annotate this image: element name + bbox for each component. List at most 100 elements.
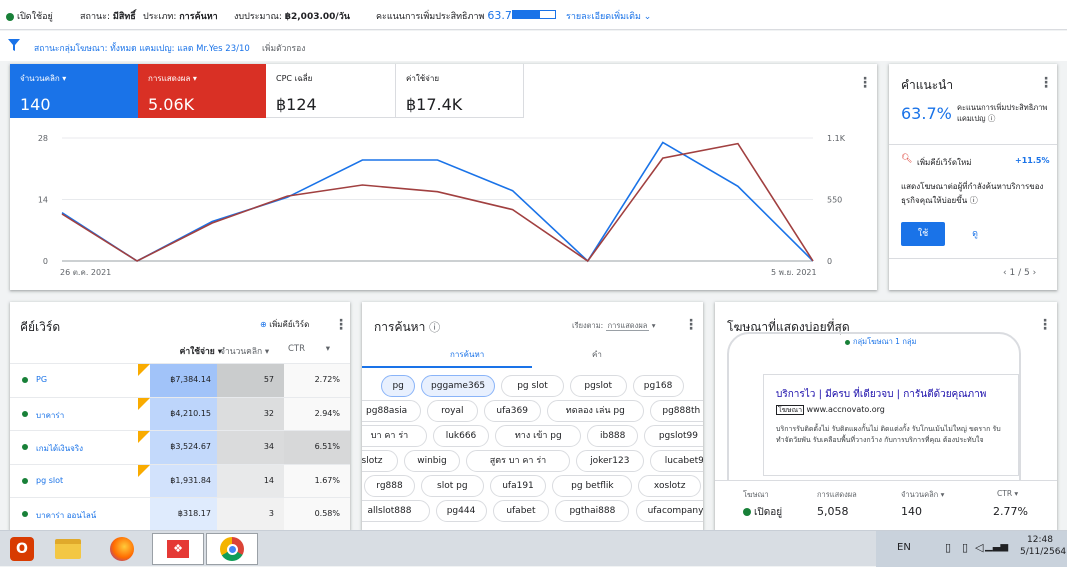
search-term-chip[interactable]: lucabet999 [650, 450, 703, 472]
help-icon[interactable]: ⓘ [988, 114, 996, 123]
tab-searches[interactable]: การค้นหา [450, 348, 484, 361]
metric-tile-clicks[interactable]: จำนวนคลิก ▾ 140 [10, 64, 138, 118]
search-term-chip[interactable]: pg88asia [362, 400, 421, 422]
ad-headline[interactable]: บริการไว | มีครบ ที่เดียวจบ | การันตีด้ว… [776, 387, 1006, 402]
search-term-chip[interactable]: royal [426, 400, 478, 422]
recommendations-card: คำแนะนำ ⋮ 63.7% คะแนนการเพิ่มประสิทธิภาพ… [889, 64, 1057, 290]
stat-label[interactable]: จำนวนคลิก ▾ [901, 489, 944, 501]
search-term-chip[interactable]: pgthai888 [555, 500, 630, 522]
search-term-chip[interactable]: luk666 [432, 425, 490, 447]
more-options-icon[interactable]: ⋮ [1038, 318, 1052, 332]
col-header-clicks[interactable]: จำนวนคลิก ▾ [220, 344, 294, 358]
search-term-chip[interactable]: pg slot [501, 375, 564, 397]
search-term-chip[interactable]: pggame365 [421, 375, 496, 397]
caret-down-icon: ▾ [192, 74, 197, 83]
searches-title-text: การค้นหา [374, 320, 426, 334]
keyword-text[interactable]: บาคาร่า ออนไลน์ [36, 509, 96, 522]
phone-link-icon[interactable]: ▯ [962, 541, 968, 554]
search-term-chip[interactable]: pg444 [435, 500, 487, 522]
search-term-chip[interactable]: ufa191 [489, 475, 547, 497]
search-term-chip[interactable]: สูตร บา คา ร่า [466, 450, 570, 472]
keyword-row[interactable]: pg slot ฿1,931.84 14 1.67% [10, 463, 350, 498]
input-language[interactable]: EN [897, 542, 911, 553]
col-header-ctr[interactable]: CTR ▾ [288, 344, 348, 354]
view-button[interactable]: ดู [957, 222, 993, 246]
flag-corner-icon [138, 431, 150, 443]
search-term-chip[interactable]: allslot888 [362, 500, 430, 522]
search-term-chip[interactable]: xoslotz [638, 475, 701, 497]
metric-tile-cost[interactable]: ค่าใช้จ่าย ฿17.4K [396, 64, 524, 118]
flag-corner-icon [138, 464, 150, 477]
clock[interactable]: 12:48 5/11/2564 [1020, 535, 1066, 557]
keyword-row[interactable]: เกมได้เงินจริง ฿3,524.67 34 6.51% [10, 430, 350, 464]
metric-value: 5.06K [148, 95, 195, 114]
keyword-text[interactable]: PG [36, 375, 47, 384]
keyword-row[interactable]: PG ฿7,384.14 57 2.72% [10, 363, 350, 397]
apply-button[interactable]: ใช้ [901, 222, 945, 246]
keyword-row[interactable]: บาคาร่า ออนไลน์ ฿318.17 3 0.58% [10, 497, 350, 530]
search-term-chip[interactable]: pgslot99 [644, 425, 703, 447]
search-term-chip[interactable]: pg betflik [552, 475, 633, 497]
search-term-chip[interactable]: ufacompany [635, 500, 703, 522]
search-term-chip[interactable]: rg888 [364, 475, 415, 497]
clicks-cell: 34 [217, 431, 284, 464]
search-term-chip[interactable]: ib888 [587, 425, 639, 447]
search-term-chip[interactable]: ทาง เข้า pg [495, 425, 582, 447]
help-icon[interactable]: ⓘ [429, 321, 440, 334]
search-term-chip[interactable]: winbig [403, 450, 461, 472]
search-term-chip[interactable]: slot pg [421, 475, 484, 497]
active-filter[interactable]: สถานะกลุ่มโฆษณา: ทั้งหมด แคมเปญ: แลด Mr.… [34, 41, 250, 55]
budget: งบประมาณ: ฿2,003.00/วัน [234, 9, 350, 23]
add-filter-button[interactable]: เพิ่มตัวกรอง [262, 41, 305, 55]
top-ads-card: โฆษณาที่แสดงบ่อยที่สุด ⋮ กลุ่มโฆษณา 1 กล… [715, 302, 1057, 530]
network-signal-icon[interactable]: ▁▃▅ [985, 541, 1008, 552]
office-icon[interactable]: O [0, 533, 44, 565]
keyword-text[interactable]: pg slot [36, 476, 63, 485]
x-axis-tick: 26 ต.ค. 2021 [60, 268, 111, 277]
search-term-chip[interactable]: ทดลอง เล่น pg [546, 400, 644, 422]
divider [889, 144, 1057, 145]
file-explorer-icon[interactable] [46, 533, 90, 565]
add-keyword-button[interactable]: ⊕ เพิ่มคีย์เวิร์ด [260, 318, 309, 331]
anydesk-icon[interactable]: ❖ [152, 533, 204, 565]
sort-select[interactable]: เรียงตาม: การแสดงผล ▾ [572, 320, 655, 332]
filter-icon[interactable] [8, 39, 20, 51]
campaign-status[interactable]: เปิดใช้อยู่ [6, 9, 53, 23]
metric-tile-avg-cpc[interactable]: CPC เฉลี่ย ฿124 [266, 64, 396, 118]
search-term-chip[interactable]: ufa369 [483, 400, 541, 422]
keyword-text[interactable]: บาคาร่า [36, 409, 64, 422]
more-options-icon[interactable]: ⋮ [684, 318, 698, 332]
more-options-icon[interactable]: ⋮ [334, 318, 348, 332]
search-term-chip[interactable]: pgslot [569, 375, 627, 397]
chevron-left-icon[interactable]: ‹ [1003, 268, 1007, 278]
ctr-cell: 2.72% [284, 364, 350, 397]
search-term-chip[interactable]: pg168 [632, 375, 684, 397]
sort-value: การแสดงผล [605, 321, 650, 331]
help-icon[interactable]: ⓘ [970, 196, 978, 205]
flag-corner-icon [138, 364, 150, 376]
stat-label[interactable]: CTR ▾ [997, 489, 1018, 498]
battery-icon[interactable]: ▯ [945, 541, 951, 554]
volume-icon[interactable]: ◁ [975, 541, 983, 554]
search-term-chip[interactable]: pg [381, 375, 415, 397]
more-options-icon[interactable]: ⋮ [858, 76, 872, 90]
recommendation-title[interactable]: เพิ่มคีย์เวิร์ดใหม่ [917, 156, 972, 169]
search-term-chip[interactable]: pg888th [650, 400, 703, 422]
more-options-icon[interactable]: ⋮ [1039, 76, 1053, 90]
keyword-row[interactable]: บาคาร่า ฿4,210.15 32 2.94% [10, 396, 350, 431]
col-header-cost[interactable]: ค่าใช้จ่าย ▾ [150, 344, 226, 360]
keywords-title: คีย์เวิร์ด [20, 320, 61, 334]
metric-label: ค่าใช้จ่าย [406, 74, 440, 83]
chevron-right-icon[interactable]: › [1033, 268, 1037, 278]
firefox-icon[interactable] [100, 533, 144, 565]
search-term-chip[interactable]: pgslotz [362, 450, 398, 472]
tab-words[interactable]: คำ [592, 348, 602, 361]
chrome-icon[interactable] [206, 533, 258, 565]
search-term-chip[interactable]: บา คา ร่า [362, 425, 427, 447]
search-term-chip[interactable]: joker123 [575, 450, 644, 472]
search-term-chip[interactable]: ufabet [492, 500, 550, 522]
details-link[interactable]: รายละเอียดเพิ่มเติม ⌄ [566, 9, 651, 23]
keyword-text[interactable]: เกมได้เงินจริง [36, 442, 83, 455]
metric-tile-impressions[interactable]: การแสดงผล ▾ 5.06K [138, 64, 266, 118]
cost-cell: ฿4,210.15 [150, 397, 217, 431]
